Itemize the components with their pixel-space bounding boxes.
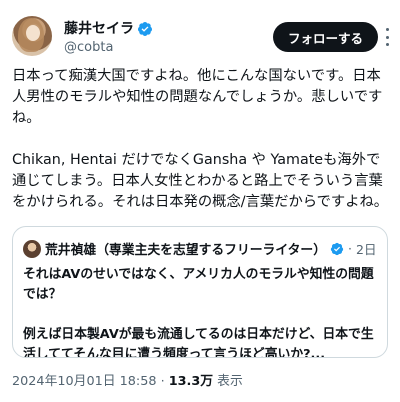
meta-separator: ·: [160, 374, 165, 389]
author-avatar[interactable]: [12, 16, 52, 56]
views-label: 表示: [217, 374, 243, 389]
tweet-timestamp[interactable]: 2024年10月01日 18:58: [12, 374, 156, 389]
tweet-body-text: 日本って痴漢大国ですよね。他にこんな国ないです。日本人男性のモラルや知性の問題な…: [12, 68, 389, 210]
quoted-author-name: 荒井禎雄（専業主夫を志望するフリーライター）: [45, 243, 327, 258]
quoted-tweet-text: それはAVのせいではなく、アメリカ人のモラルや知性の問題では？ 例えば日本製AV…: [23, 267, 374, 358]
quoted-separator: ·: [348, 241, 353, 256]
more-options-icon[interactable]: [380, 28, 394, 46]
author-handle[interactable]: @cobta: [64, 39, 153, 57]
verified-badge-icon: [330, 242, 344, 255]
tweet-meta: 2024年10月01日 18:58 · 13.3万 表示: [12, 370, 243, 389]
quoted-tweet-header: 荒井禎雄（専業主夫を志望するフリーライター） · 2日: [23, 239, 376, 258]
author-display-name-row[interactable]: 藤井セイラ: [64, 20, 153, 38]
follow-button[interactable]: フォローする: [272, 22, 378, 52]
author-name-block[interactable]: 藤井セイラ @cobta: [64, 20, 153, 57]
quoted-time: 2日: [356, 242, 377, 257]
quoted-tweet-card[interactable]: 荒井禎雄（専業主夫を志望するフリーライター） · 2日 それはAVのせいではなく…: [12, 226, 388, 358]
quoted-author-avatar: [23, 239, 41, 258]
verified-badge-icon: [137, 22, 152, 36]
views-count: 13.3万: [168, 374, 214, 389]
avatar-face: [26, 25, 40, 41]
tweet-header: 藤井セイラ @cobta フォローする: [12, 12, 389, 62]
author-display-name[interactable]: 藤井セイラ: [64, 20, 134, 38]
